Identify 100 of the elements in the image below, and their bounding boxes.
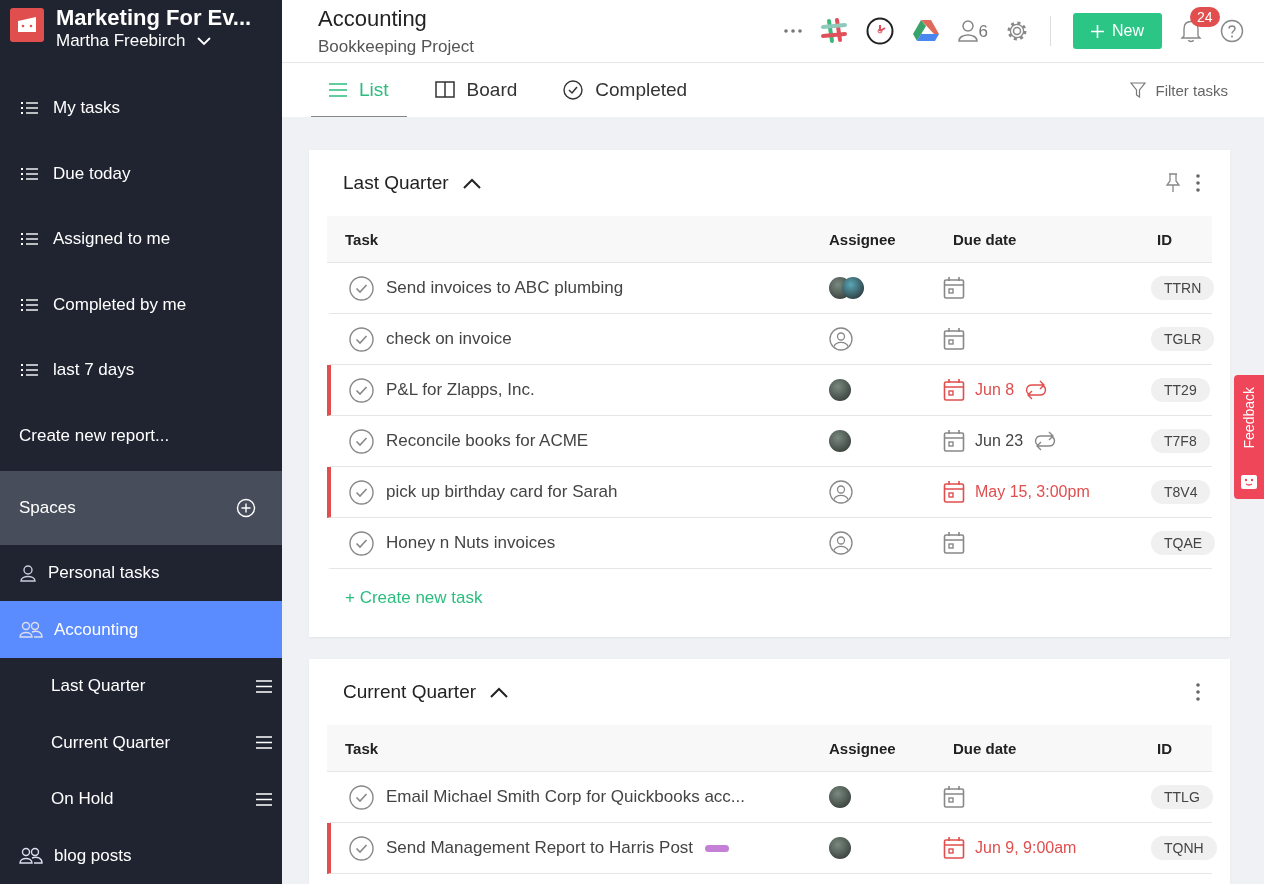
- calendar-icon[interactable]: [943, 429, 965, 453]
- members-count[interactable]: 6: [957, 20, 988, 43]
- people-icon: [19, 620, 43, 639]
- person-icon: [19, 564, 37, 583]
- task-id: TQAE: [1151, 531, 1216, 555]
- clock-icon[interactable]: [865, 17, 894, 46]
- hash-icon[interactable]: [819, 18, 848, 45]
- task-title[interactable]: check on invoice: [386, 329, 512, 349]
- complete-checkbox[interactable]: [349, 377, 374, 403]
- due-date: Jun 8: [975, 381, 1015, 399]
- chat-face-icon: [1241, 475, 1257, 489]
- space-item[interactable]: Personal tasks: [0, 544, 282, 602]
- task-id: TGLR: [1151, 327, 1215, 351]
- unassigned-user-icon[interactable]: [829, 480, 853, 504]
- task-id: TTRN: [1151, 276, 1215, 300]
- triangle-logo-icon[interactable]: [911, 19, 940, 44]
- complete-checkbox[interactable]: [349, 784, 374, 810]
- list-icon: [21, 101, 38, 116]
- calendar-icon[interactable]: [943, 836, 965, 860]
- menu-icon[interactable]: [256, 736, 272, 750]
- menu-icon[interactable]: [256, 792, 272, 806]
- complete-checkbox[interactable]: [349, 428, 374, 454]
- complete-checkbox[interactable]: [349, 530, 374, 556]
- add-icon[interactable]: [236, 497, 256, 518]
- view-tab[interactable]: Board: [416, 63, 536, 117]
- calendar-icon[interactable]: [943, 785, 965, 809]
- section-title: Current Quarter: [343, 681, 477, 703]
- list-name: Current Quarter: [51, 732, 171, 753]
- app-logo-icon: [10, 8, 44, 42]
- due-date: Jun 9, 9:00am: [975, 839, 1077, 857]
- report-item[interactable]: last 7 days: [0, 337, 282, 404]
- settings-icon[interactable]: [1006, 20, 1028, 43]
- unassigned-user-icon[interactable]: [829, 327, 853, 351]
- chevron-down-icon: [197, 36, 212, 46]
- filter-icon: [1130, 82, 1147, 99]
- list-icon: [21, 363, 38, 378]
- help-icon[interactable]: [1220, 19, 1244, 44]
- column-header: Task: [344, 739, 380, 757]
- avatar[interactable]: [829, 379, 851, 401]
- section-title: Last Quarter: [343, 172, 449, 194]
- calendar-icon[interactable]: [943, 378, 965, 402]
- more-vertical-icon[interactable]: [1196, 683, 1200, 701]
- column-header: Assignee: [828, 739, 897, 757]
- calendar-icon[interactable]: [943, 531, 965, 555]
- list-icon: [21, 166, 38, 181]
- chevron-icon[interactable]: [490, 686, 509, 698]
- complete-checkbox[interactable]: [349, 326, 374, 352]
- calendar-icon[interactable]: [943, 480, 965, 504]
- feedback-tab[interactable]: Feedback: [1234, 375, 1264, 499]
- column-header: ID: [1156, 739, 1173, 757]
- more-vertical-icon[interactable]: [1196, 174, 1200, 192]
- report-item[interactable]: My tasks: [0, 75, 282, 142]
- calendar-icon[interactable]: [943, 276, 965, 300]
- more-icon[interactable]: [783, 29, 802, 34]
- avatar[interactable]: [829, 786, 851, 808]
- calendar-icon[interactable]: [943, 327, 965, 351]
- workspace-name[interactable]: Marketing For Ev...: [56, 6, 252, 30]
- person-icon: [957, 20, 978, 43]
- task-title[interactable]: P&L for Zlapps, Inc.: [386, 380, 535, 400]
- report-item[interactable]: Assigned to me: [0, 206, 282, 273]
- avatar[interactable]: [829, 837, 851, 859]
- task-title[interactable]: pick up birthday card for Sarah: [386, 482, 618, 502]
- user-menu[interactable]: Martha Freebirch: [56, 31, 252, 51]
- view-tab[interactable]: Completed: [545, 63, 706, 117]
- notification-badge: 24: [1190, 7, 1220, 28]
- list-item[interactable]: On Hold: [0, 770, 282, 828]
- task-title[interactable]: Email Michael Smith Corp for Quickbooks acc...: [386, 787, 745, 807]
- unassigned-user-icon[interactable]: [829, 531, 853, 555]
- task-id: T8V4: [1151, 480, 1211, 504]
- check-circle-icon: [563, 79, 584, 100]
- complete-checkbox[interactable]: [349, 275, 374, 301]
- plus-icon: [1091, 24, 1104, 38]
- column-header: Task: [344, 230, 380, 248]
- chevron-icon[interactable]: [462, 177, 481, 189]
- list-item[interactable]: Last Quarter: [0, 657, 282, 715]
- due-date: May 15, 3:00pm: [975, 483, 1090, 501]
- report-item[interactable]: Completed by me: [0, 272, 282, 338]
- task-title[interactable]: Send invoices to ABC plumbing: [386, 278, 624, 298]
- list-item[interactable]: Current Quarter: [0, 714, 282, 771]
- filter-button[interactable]: Filter tasks: [1130, 63, 1228, 117]
- complete-checkbox[interactable]: [349, 835, 374, 861]
- column-header: ID: [1156, 230, 1173, 248]
- project-subtitle: Bookkeeping Project: [318, 36, 474, 57]
- due-date: Jun 23: [975, 432, 1024, 450]
- space-item[interactable]: blog posts: [0, 827, 282, 884]
- task-id: TTLG: [1151, 785, 1213, 809]
- task-id: TQNH: [1151, 836, 1217, 860]
- task-title[interactable]: Send Management Report to Harris Post: [386, 838, 694, 858]
- avatar[interactable]: [829, 430, 851, 452]
- task-id: T7F8: [1151, 429, 1210, 453]
- task-title[interactable]: Honey n Nuts invoices: [386, 533, 556, 553]
- avatar[interactable]: [842, 277, 864, 299]
- list-icon: [21, 297, 38, 312]
- pin-icon[interactable]: [1164, 173, 1182, 193]
- create-report-link[interactable]: Create new report...: [0, 403, 282, 469]
- complete-checkbox[interactable]: [349, 479, 374, 505]
- menu-icon[interactable]: [256, 679, 272, 693]
- task-title[interactable]: Reconcile books for ACME: [386, 431, 589, 451]
- column-header: Due date: [952, 230, 1018, 248]
- report-item[interactable]: Due today: [0, 141, 282, 207]
